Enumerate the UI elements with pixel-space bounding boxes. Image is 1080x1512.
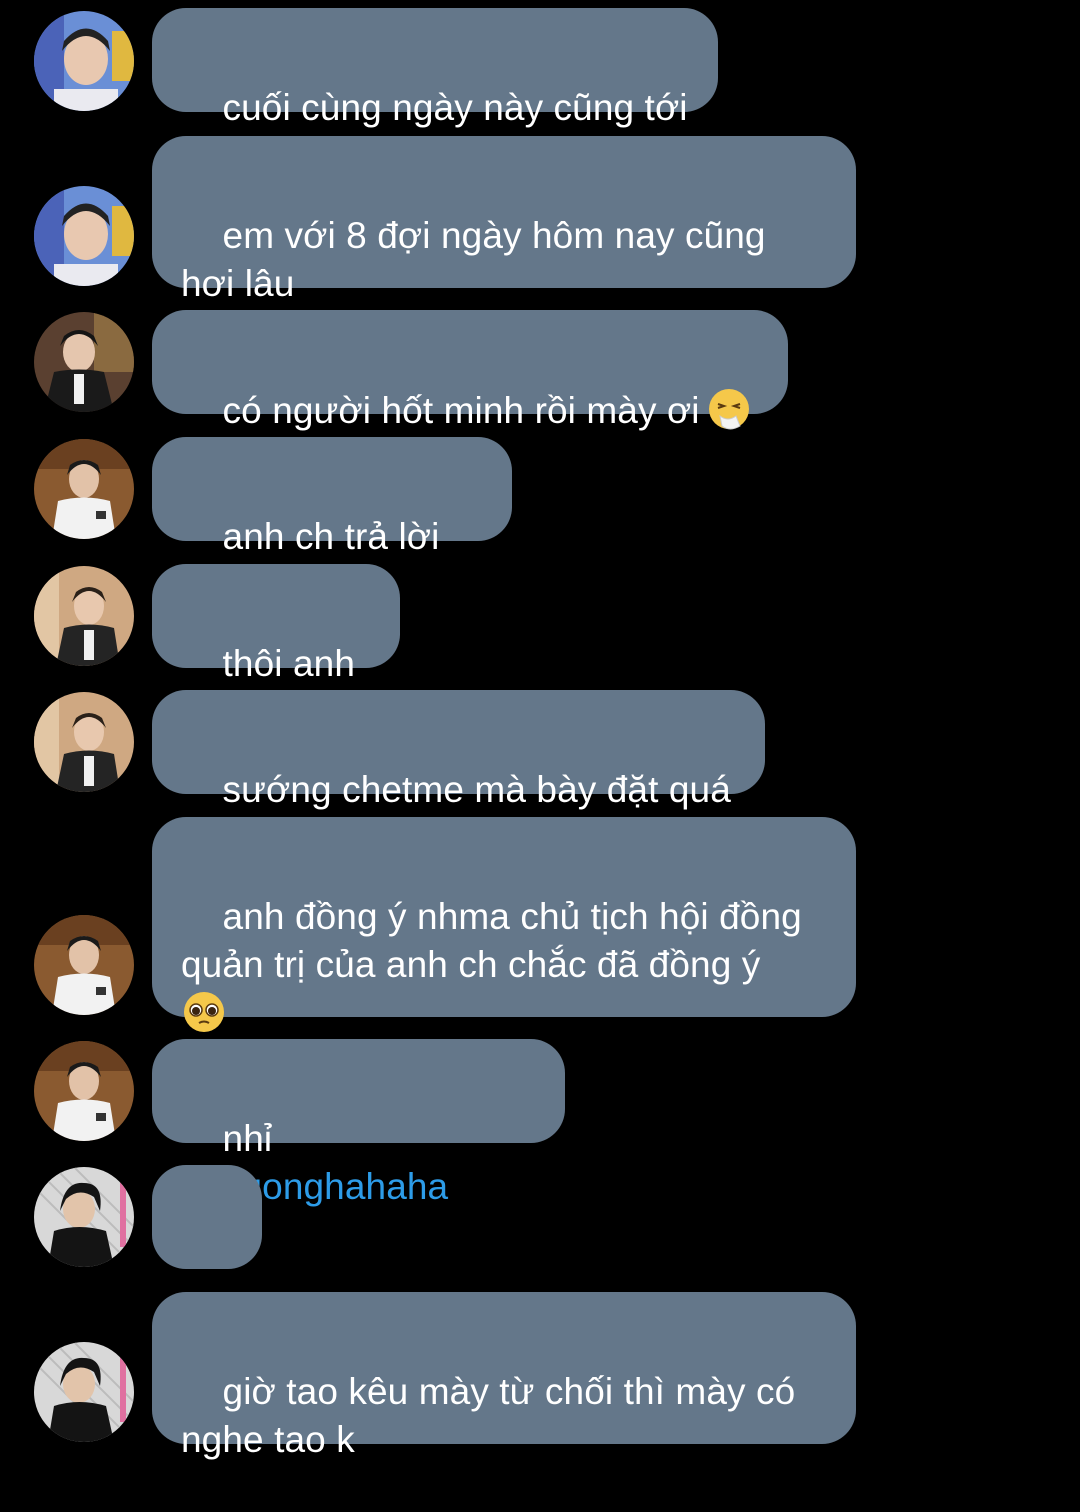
sender-avatar[interactable] [34,566,134,666]
message-bubble[interactable]: anh ch trả lời mà [152,437,512,605]
message-text: cuối cùng ngày này cũng tới [222,87,688,128]
sender-avatar[interactable] [34,1342,134,1442]
message-text: em với 8 đợi ngày hôm nay cũng hơi lâu [181,215,776,304]
sender-avatar[interactable] [34,11,134,111]
message-bubble[interactable]: anh đồng ý nhma chủ tịch hội đồng quản t… [152,817,856,1032]
sender-avatar[interactable] [34,692,134,792]
pleading-face-emoji [181,989,227,1035]
message-bubble[interactable]: sướng chetme mà bày đặt quá [152,690,765,810]
message-text: anh đồng ý nhma chủ tịch hội đồng quản t… [181,896,813,985]
sender-avatar[interactable] [34,439,134,539]
sender-avatar[interactable] [34,186,134,286]
sender-avatar[interactable] [34,312,134,412]
sender-avatar[interactable] [34,1041,134,1141]
message-bubble[interactable]: giờ tao kêu mày từ chối thì mày có nghe … [152,1292,856,1460]
message-text: có người hốt minh rồi mày ơi [222,390,700,431]
message-bubble[interactable]: cuối cùng ngày này cũng tới [152,8,718,128]
message-bubble[interactable]: :))) [152,1165,262,1333]
message-text: sướng chetme mà bày đặt quá [222,769,731,810]
sneezing-face-emoji [706,386,752,432]
message-bubble[interactable]: nhỉ @truonghahaha [152,1039,565,1207]
message-bubble[interactable]: có người hốt minh rồi mày ơi [152,310,788,431]
message-bubble[interactable]: thôi anh ơi [152,564,400,732]
message-text: giờ tao kêu mày từ chối thì mày có nghe … [181,1371,806,1460]
message-bubble[interactable]: em với 8 đợi ngày hôm nay cũng hơi lâu [152,136,856,304]
sender-avatar[interactable] [34,915,134,1015]
sender-avatar[interactable] [34,1167,134,1267]
message-text: nhỉ [222,1118,273,1159]
